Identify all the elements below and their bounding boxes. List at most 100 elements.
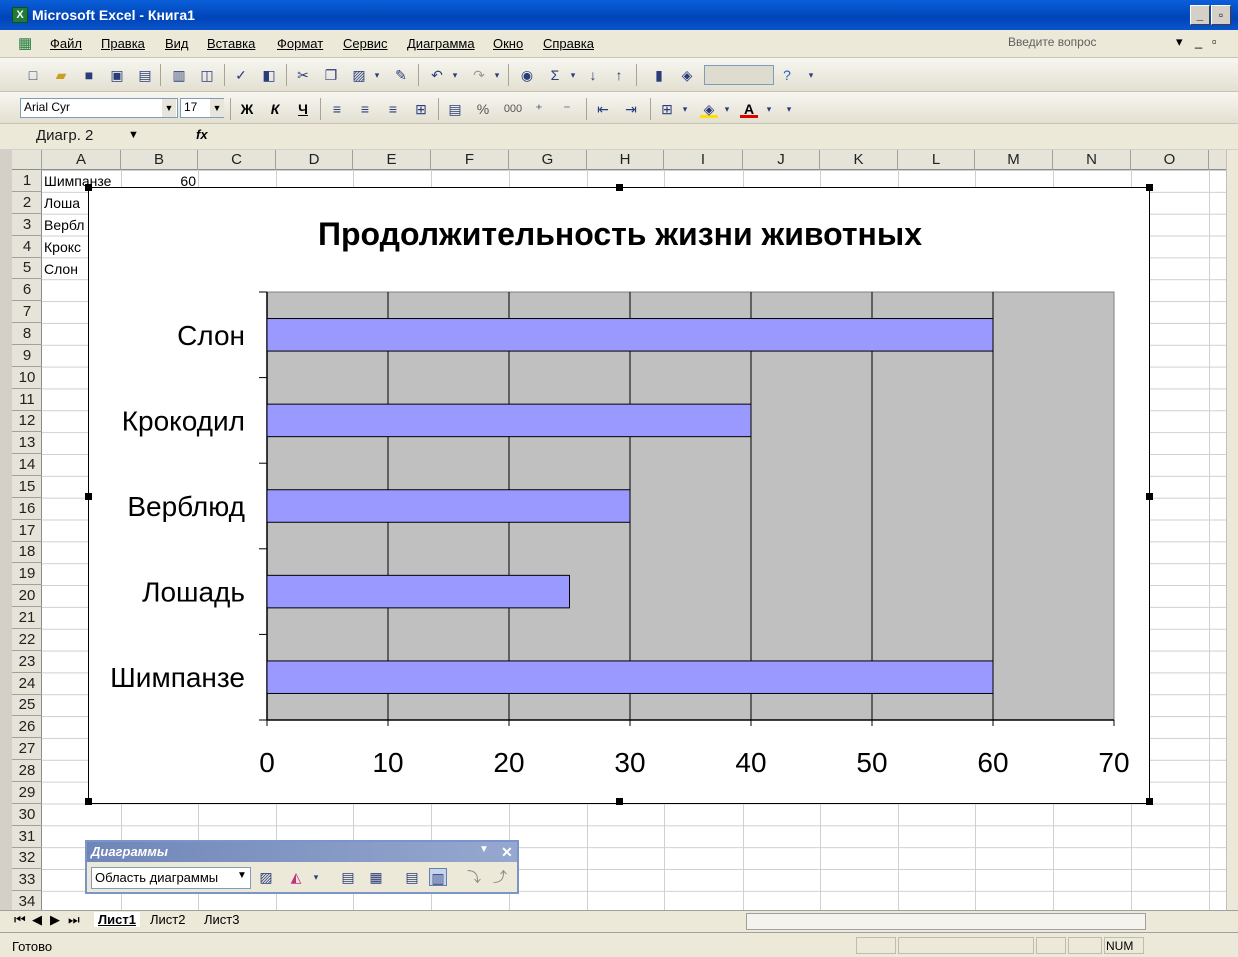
toolbar-options-icon[interactable]: ▾ [802, 66, 820, 84]
research-icon[interactable]: ◧ [260, 66, 278, 84]
row-header-21[interactable]: 21 [12, 607, 42, 629]
row-header-29[interactable]: 29 [12, 782, 42, 804]
by-column-icon[interactable]: ▥ [429, 868, 447, 886]
menu-edit[interactable]: Правка [101, 36, 145, 51]
row-header-1[interactable]: 1 [12, 170, 42, 192]
row-header-15[interactable]: 15 [12, 476, 42, 498]
zoom-select[interactable] [704, 65, 774, 85]
drawing-icon[interactable]: ◈ [678, 66, 696, 84]
namebox-dropdown-icon[interactable]: ▼ [128, 129, 139, 141]
row-header-11[interactable]: 11 [12, 389, 42, 411]
fill-color-icon[interactable]: ◈ [700, 100, 718, 118]
increase-decimal-icon[interactable]: ⁺ [530, 100, 548, 118]
new-icon[interactable]: □ [24, 66, 42, 84]
row-header-23[interactable]: 23 [12, 651, 42, 673]
menu-format[interactable]: Формат [277, 36, 323, 51]
row-header-34[interactable]: 34 [12, 891, 42, 910]
column-header-a[interactable]: A [42, 150, 121, 170]
last-sheet-icon[interactable]: ⏭ [68, 912, 80, 928]
fx-icon[interactable]: fx [196, 127, 208, 142]
spelling-icon[interactable]: ✓ [232, 66, 250, 84]
undo-dropdown-icon[interactable]: ▾ [446, 66, 464, 84]
row-header-16[interactable]: 16 [12, 498, 42, 520]
sheet-tab-3[interactable]: Лист3 [204, 912, 239, 927]
legend-icon[interactable]: ▤ [339, 868, 357, 886]
open-icon[interactable]: ▰ [52, 66, 70, 84]
menu-insert[interactable]: Вставка [207, 36, 255, 51]
paste-dropdown-icon[interactable]: ▾ [368, 66, 386, 84]
vertical-scrollbar[interactable] [1226, 150, 1238, 910]
toolbar-menu-icon[interactable]: ▼ [479, 844, 489, 855]
chart-wizard-icon[interactable]: ▮ [650, 66, 668, 84]
autosum-dropdown-icon[interactable]: ▾ [564, 66, 582, 84]
menu-help[interactable]: Справка [543, 36, 594, 51]
font-color-dropdown-icon[interactable]: ▾ [760, 100, 778, 118]
align-left-icon[interactable]: ≡ [328, 100, 346, 118]
decrease-decimal-icon[interactable]: ⁻ [558, 100, 576, 118]
paste-icon[interactable]: ▨ [350, 66, 368, 84]
select-all-corner[interactable] [12, 150, 42, 170]
menu-window[interactable]: Окно [493, 36, 523, 51]
row-header-20[interactable]: 20 [12, 585, 42, 608]
increase-indent-icon[interactable]: ⇥ [622, 100, 640, 118]
column-header-l[interactable]: L [898, 150, 975, 170]
column-header-e[interactable]: E [353, 150, 431, 170]
borders-dropdown-icon[interactable]: ▾ [676, 100, 694, 118]
column-header-b[interactable]: B [121, 150, 198, 170]
row-header-12[interactable]: 12 [12, 410, 42, 433]
font-color-icon[interactable]: A [740, 100, 758, 118]
column-header-o[interactable]: O [1131, 150, 1209, 170]
name-box[interactable]: Диагр. 2 [12, 127, 142, 147]
redo-icon[interactable]: ↷ [470, 66, 488, 84]
sort-desc-icon[interactable]: ↑ [610, 66, 628, 84]
bold-button[interactable]: Ж [238, 100, 256, 118]
next-sheet-icon[interactable]: ▶ [50, 912, 60, 928]
row-header-10[interactable]: 10 [12, 367, 42, 389]
row-header-33[interactable]: 33 [12, 869, 42, 892]
cell-a2[interactable]: Лоша [44, 193, 80, 213]
column-header-j[interactable]: J [743, 150, 820, 170]
cell-a5[interactable]: Слон [44, 259, 78, 279]
font-name-dropdown-icon[interactable]: ▼ [162, 99, 176, 117]
row-header-5[interactable]: 5 [12, 257, 42, 280]
underline-button[interactable]: Ч [294, 100, 312, 118]
toolbar-options-icon[interactable]: ▾ [780, 100, 798, 118]
sheet-tab-2[interactable]: Лист2 [150, 912, 185, 927]
chart-object[interactable]: Продолжительность жизни животных 0 10 20 30… [85, 184, 1153, 805]
fill-dropdown-icon[interactable]: ▾ [718, 100, 736, 118]
row-header-26[interactable]: 26 [12, 716, 42, 739]
row-header-19[interactable]: 19 [12, 563, 42, 586]
doc-minimize-icon[interactable]: _ [1195, 34, 1202, 49]
menu-tools[interactable]: Сервис [343, 36, 388, 51]
row-header-7[interactable]: 7 [12, 301, 42, 324]
font-name-select[interactable]: Arial Cyr [20, 98, 178, 118]
ask-question-input[interactable]: Введите вопрос [1008, 35, 1178, 53]
cell-a3[interactable]: Вербл [44, 215, 84, 235]
borders-icon[interactable]: ⊞ [658, 100, 676, 118]
maximize-button[interactable]: ▫ [1211, 5, 1231, 25]
cut-icon[interactable]: ✂ [294, 66, 312, 84]
data-table-icon[interactable]: ▦ [367, 868, 385, 886]
row-header-9[interactable]: 9 [12, 345, 42, 367]
column-header-c[interactable]: C [198, 150, 276, 170]
row-header-14[interactable]: 14 [12, 454, 42, 477]
row-header-13[interactable]: 13 [12, 432, 42, 455]
column-header-g[interactable]: G [509, 150, 587, 170]
copy-icon[interactable]: ❐ [322, 66, 340, 84]
sheet-tab-1[interactable]: Лист1 [94, 912, 140, 927]
column-header-d[interactable]: D [276, 150, 353, 170]
menu-chart[interactable]: Диаграмма [407, 36, 475, 51]
column-header-f[interactable]: F [431, 150, 509, 170]
chart-type-dropdown-icon[interactable]: ▾ [307, 868, 325, 886]
chart-objects-dropdown-icon[interactable]: ▼ [237, 870, 247, 881]
redo-dropdown-icon[interactable]: ▾ [488, 66, 506, 84]
italic-button[interactable]: К [266, 100, 284, 118]
email-icon[interactable]: ▤ [136, 66, 154, 84]
row-header-25[interactable]: 25 [12, 694, 42, 717]
thousands-button[interactable]: 000 [500, 100, 526, 118]
font-size-dropdown-icon[interactable]: ▼ [210, 99, 224, 117]
chart-objects-select[interactable]: Область диаграммы [91, 867, 251, 889]
sort-asc-icon[interactable]: ↓ [584, 66, 602, 84]
row-header-27[interactable]: 27 [12, 738, 42, 761]
row-header-4[interactable]: 4 [12, 236, 42, 258]
